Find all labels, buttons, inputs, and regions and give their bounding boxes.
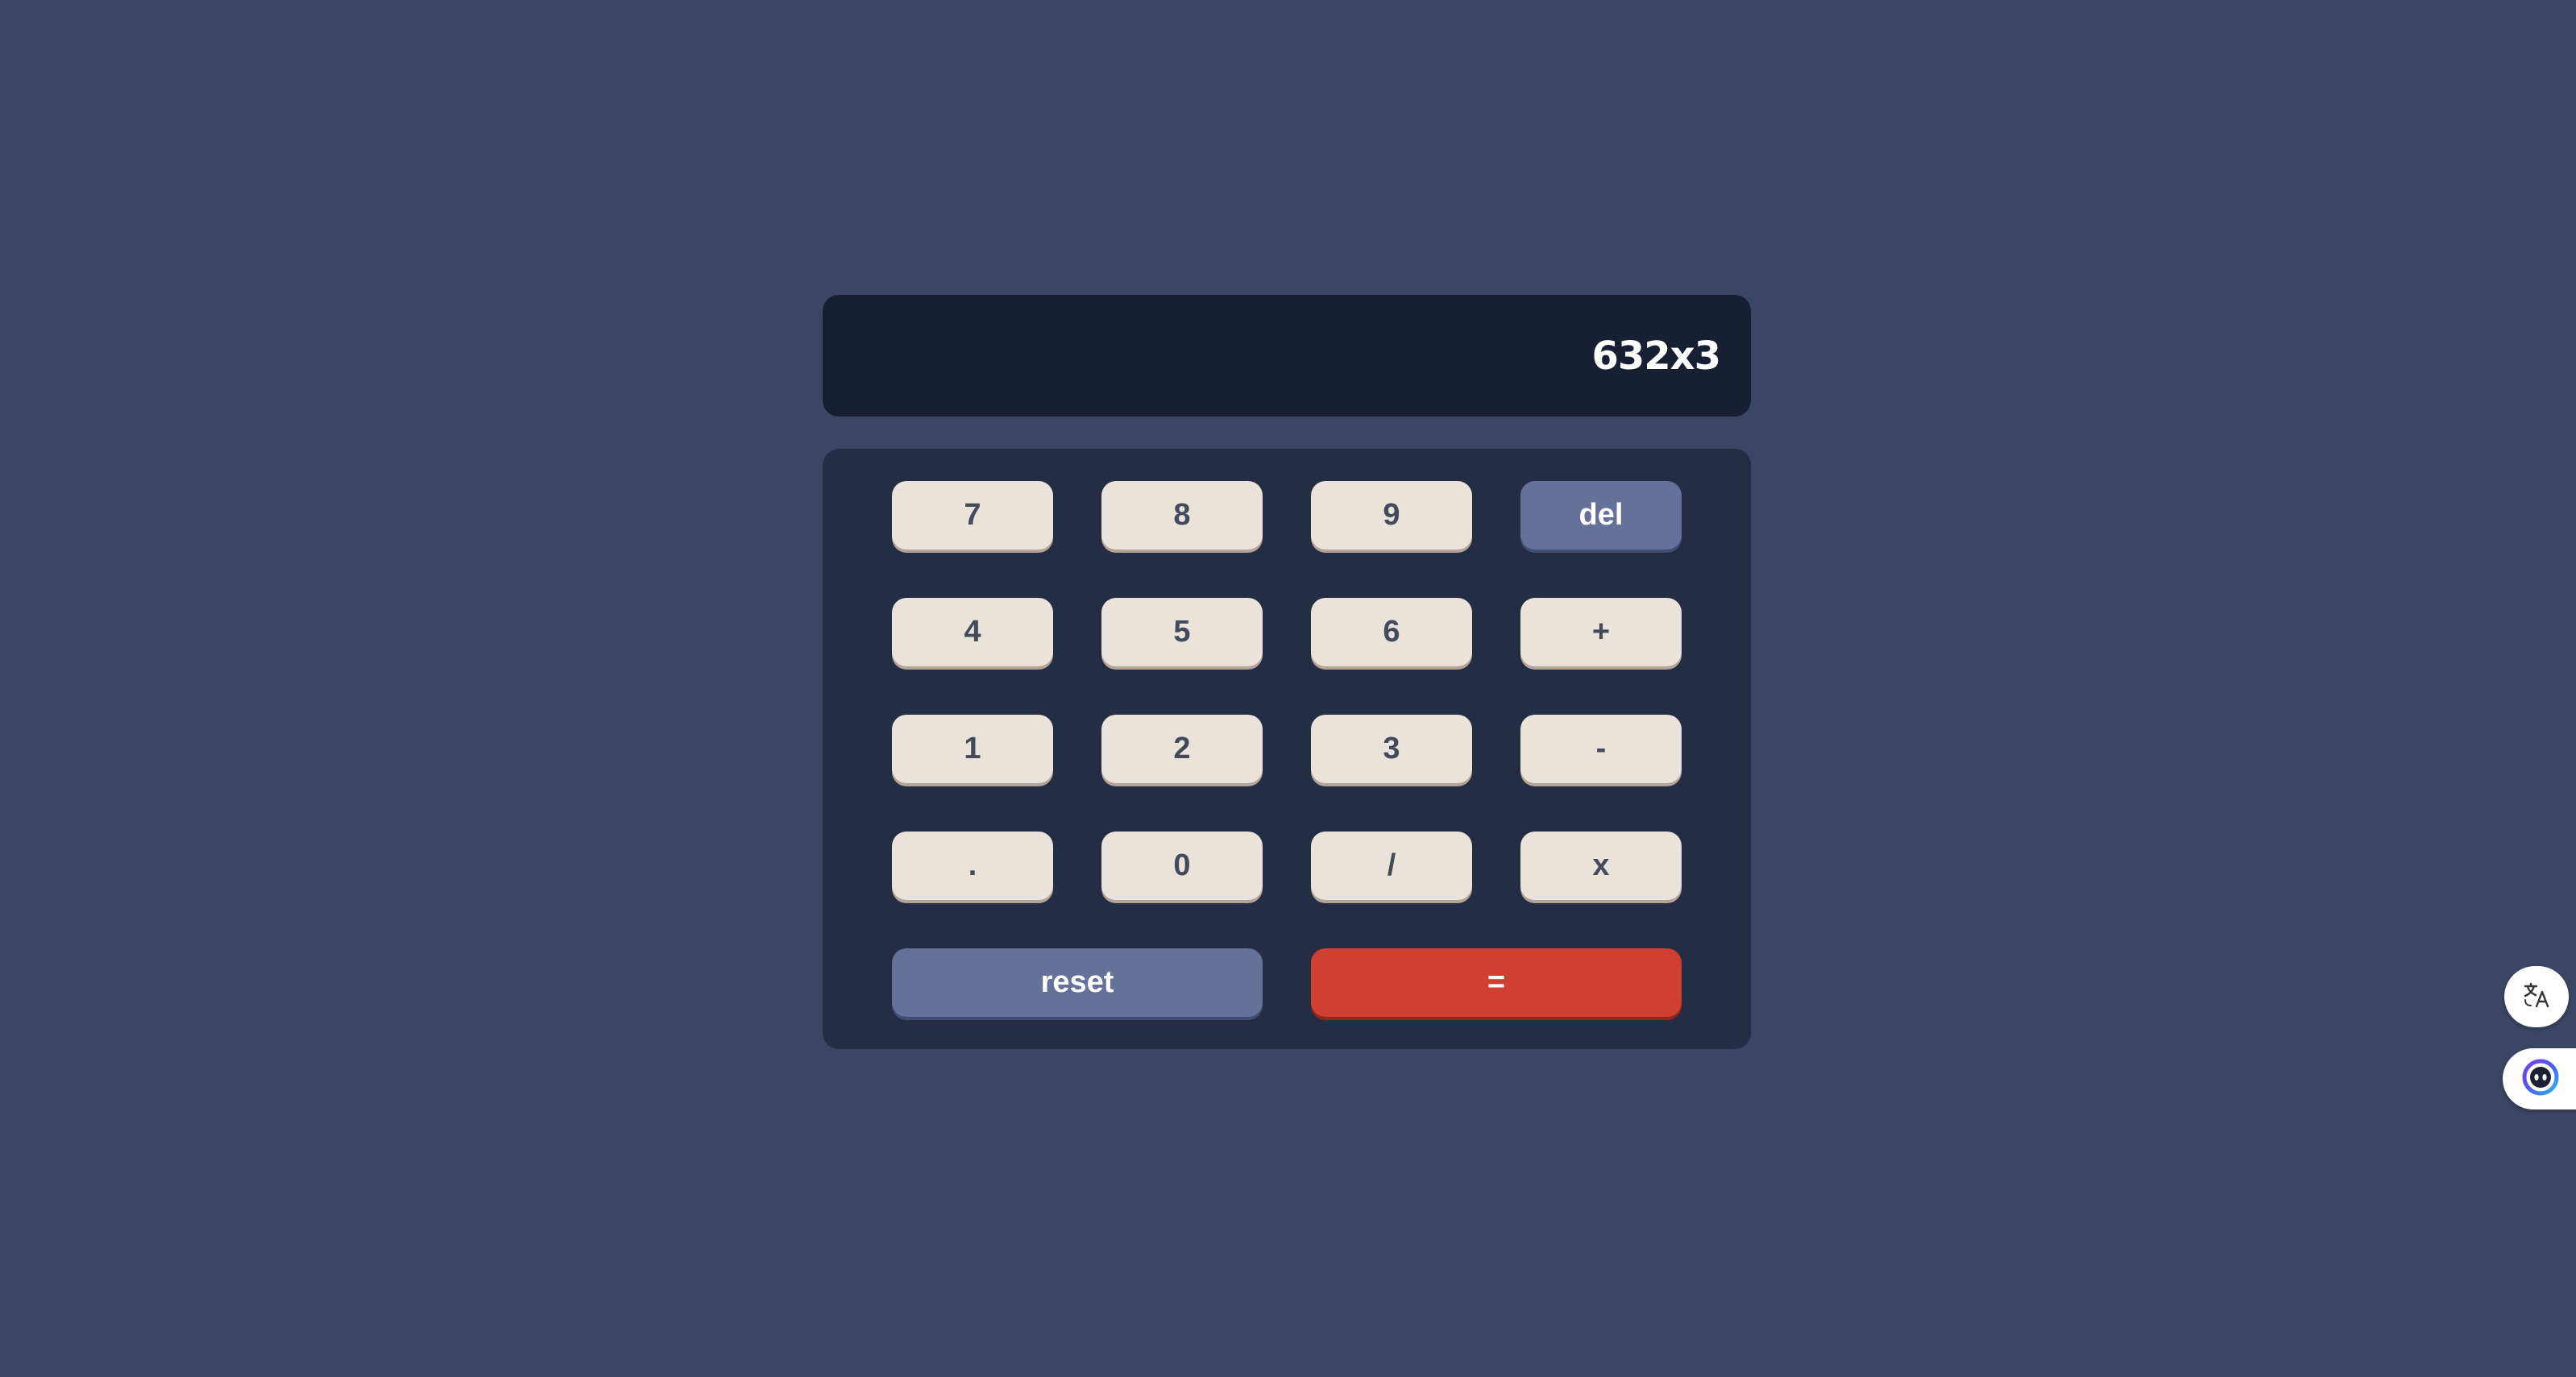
calculator-display: 632x3	[823, 295, 1751, 417]
divide-button[interactable]: /	[1311, 832, 1472, 900]
key-0[interactable]: 0	[1101, 832, 1263, 900]
translate-button[interactable]	[2504, 966, 2569, 1027]
key-9[interactable]: 9	[1311, 481, 1472, 550]
key-5[interactable]: 5	[1101, 598, 1263, 666]
assistant-face-icon	[2520, 1057, 2561, 1101]
delete-button[interactable]: del	[1520, 481, 1682, 550]
key-7[interactable]: 7	[892, 481, 1053, 550]
key-1[interactable]: 1	[892, 715, 1053, 783]
reset-button[interactable]: reset	[892, 948, 1263, 1017]
decimal-point-button[interactable]: .	[892, 832, 1053, 900]
multiply-button[interactable]: x	[1520, 832, 1682, 900]
assistant-button[interactable]	[2503, 1048, 2576, 1109]
calculator-keypad: 7 8 9 del 4 5 6 + 1 2 3 - . 0 / x reset …	[823, 449, 1751, 1049]
key-2[interactable]: 2	[1101, 715, 1263, 783]
key-8[interactable]: 8	[1101, 481, 1263, 550]
equals-button[interactable]: =	[1311, 948, 1682, 1017]
key-4[interactable]: 4	[892, 598, 1053, 666]
add-button[interactable]: +	[1520, 598, 1682, 666]
key-6[interactable]: 6	[1311, 598, 1472, 666]
translate-icon	[2520, 979, 2553, 1015]
display-value: 632x3	[1591, 333, 1721, 379]
subtract-button[interactable]: -	[1520, 715, 1682, 783]
key-3[interactable]: 3	[1311, 715, 1472, 783]
